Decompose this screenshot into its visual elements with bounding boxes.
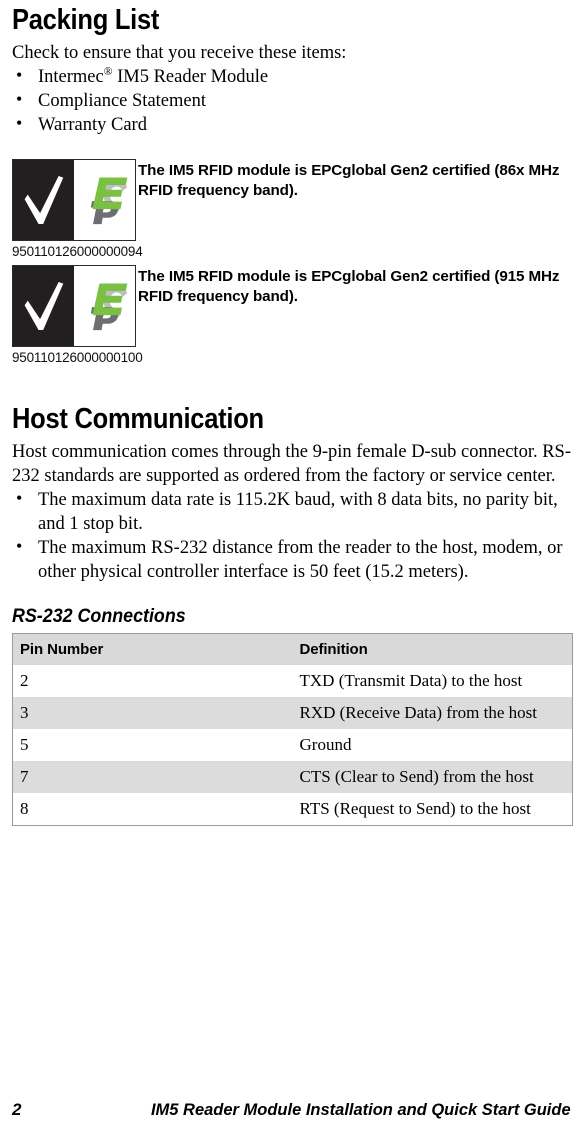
host-communication-intro: Host communication comes through the 9-p… <box>12 442 571 487</box>
list-item: • Compliance Statement <box>12 89 571 113</box>
cell-pin-number: 2 <box>12 665 293 698</box>
list-item: • The maximum RS-232 distance from the r… <box>12 536 571 584</box>
page-title-packing-list: Packing List <box>12 4 160 36</box>
epc-letters-panel <box>74 160 135 241</box>
packing-list-intro: Check to ensure that you receive these i… <box>12 43 347 63</box>
list-item-label: The maximum RS-232 distance from the rea… <box>38 538 563 583</box>
cell-pin-number: 5 <box>12 729 293 762</box>
table-row: 7 CTS (Clear to Send) from the host <box>12 761 573 794</box>
epc-logo-icon <box>90 177 128 225</box>
list-item-label-main: Intermec <box>38 67 104 88</box>
document-page: Packing List Check to ensure that you re… <box>0 0 583 1129</box>
epc-global-gen2-certified-mark-icon <box>12 265 136 348</box>
bullet-icon: • <box>16 536 23 557</box>
cell-definition: TXD (Transmit Data) to the host <box>292 665 573 698</box>
certification-description: The IM5 RFID module is EPCglobal Gen2 ce… <box>138 268 560 305</box>
certification-number: 950110126000000100 <box>12 350 143 366</box>
checkmark-panel <box>13 266 74 347</box>
footer-page-number: 2 <box>12 1100 22 1119</box>
epc-global-gen2-certified-mark-icon <box>12 159 136 242</box>
certification-logo-wrapper: 950110126000000100 <box>12 265 143 366</box>
cell-pin-number: 7 <box>12 761 293 794</box>
cell-definition: RTS (Request to Send) to the host <box>292 793 573 826</box>
list-item-label-rest: IM5 Reader Module <box>112 67 269 88</box>
table-row: 8 RTS (Request to Send) to the host <box>12 793 573 826</box>
list-item-label-main: Compliance Statement <box>38 91 206 112</box>
host-communication-bullets: • The maximum data rate is 115.2K baud, … <box>12 488 571 584</box>
checkmark-panel <box>13 160 74 241</box>
checkmark-icon <box>24 282 64 331</box>
list-item: • Intermec® IM5 Reader Module <box>12 65 571 89</box>
certification-block: 950110126000000100 The IM5 RFID module i… <box>12 265 571 365</box>
certification-number: 950110126000000094 <box>12 244 143 260</box>
checkmark-icon <box>24 176 64 225</box>
cell-pin-number: 8 <box>12 793 293 826</box>
table-header-row: Pin Number Definition <box>12 633 573 666</box>
table-row: 2 TXD (Transmit Data) to the host <box>12 665 573 698</box>
table-row: 5 Ground <box>12 729 573 762</box>
footer-document-title: IM5 Reader Module Installation and Quick… <box>151 1100 571 1119</box>
bullet-icon: • <box>16 65 23 86</box>
certification-logo-wrapper: 950110126000000094 <box>12 159 143 260</box>
certification-description: The IM5 RFID module is EPCglobal Gen2 ce… <box>138 162 560 199</box>
certification-block: 950110126000000094 The IM5 RFID module i… <box>12 159 571 259</box>
cell-pin-number: 3 <box>12 697 293 730</box>
table-row: 3 RXD (Receive Data) from the host <box>12 697 573 730</box>
cell-definition: Ground <box>292 729 573 762</box>
epc-logo-icon <box>90 283 128 331</box>
list-item: • The maximum data rate is 115.2K baud, … <box>12 488 571 536</box>
list-item-label: The maximum data rate is 115.2K baud, wi… <box>38 490 558 535</box>
list-item-label-main: Warranty Card <box>38 115 147 136</box>
cell-definition: CTS (Clear to Send) from the host <box>292 761 573 794</box>
page-title-host-communication: Host Communication <box>12 403 264 436</box>
packing-list-items: • Intermec® IM5 Reader Module • Complian… <box>12 65 571 137</box>
rs232-connections-table: Pin Number Definition 2 TXD (Transmit Da… <box>12 633 573 827</box>
page-footer: 2 IM5 Reader Module Installation and Qui… <box>12 1100 571 1120</box>
column-header-definition: Definition <box>292 633 573 666</box>
bullet-icon: • <box>16 488 23 509</box>
column-header-pin-number: Pin Number <box>12 633 293 666</box>
bullet-icon: • <box>16 113 23 134</box>
table-caption-rs232: RS-232 Connections <box>12 606 186 628</box>
cell-definition: RXD (Receive Data) from the host <box>292 697 573 730</box>
list-item: • Warranty Card <box>12 113 571 137</box>
epc-letters-panel <box>74 266 135 347</box>
bullet-icon: • <box>16 89 23 110</box>
